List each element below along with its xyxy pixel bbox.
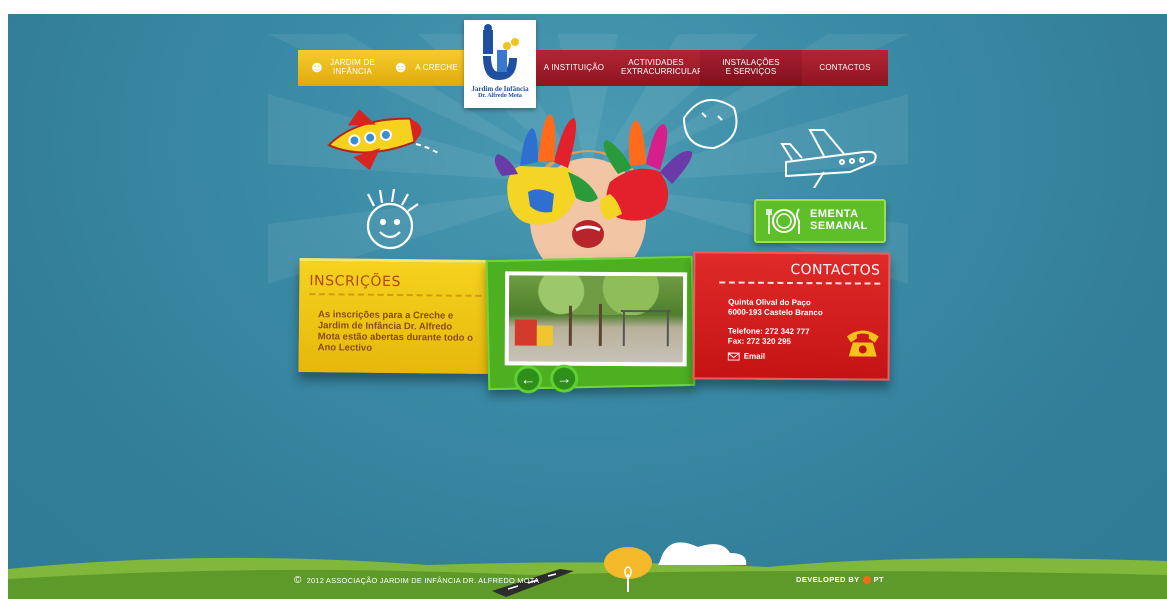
footer-developer[interactable]: DEVELOPED BY PT xyxy=(796,575,884,584)
gallery-next-button[interactable]: → xyxy=(549,364,579,393)
contactos-title: CONTACTOS xyxy=(790,261,881,279)
page-background: ☻ JARDIM DE INFÂNCIA ☻ A CRECHE Jardim d… xyxy=(8,14,1167,599)
nav-a-creche[interactable]: ☻ A CRECHE xyxy=(386,50,464,86)
address-line-1: Quinta Olival do Paço xyxy=(728,297,811,308)
contactos-panel: CONTACTOS Quinta Olival do Paço 6000-193… xyxy=(692,251,891,381)
logo-subtitle: Dr. Alfredo Mota xyxy=(478,93,522,99)
nav-label: ACTIVIDADES EXTRACURRICULARES xyxy=(621,58,715,76)
logo-title: Jardim de Infância xyxy=(471,85,529,93)
star-face-icon: ☻ xyxy=(308,59,326,77)
ementa-label-2: SEMANAL xyxy=(810,220,868,232)
divider xyxy=(719,281,881,285)
nav-label: A INSTITUIÇÃO xyxy=(543,62,605,72)
nav-instalacoes-e-servicos[interactable]: INSTALAÇÕES E SERVIÇOS xyxy=(700,50,802,86)
nav-label: JARDIM DE INFÂNCIA xyxy=(330,58,375,76)
gallery-panel: ← → xyxy=(485,255,696,394)
footer-copyright: © 2012 ASSOCIAÇÃO JARDIM DE INFÂNCIA DR.… xyxy=(294,575,539,586)
inscricoes-panel: INSCRIÇÕES As inscrições para a Creche e… xyxy=(298,257,492,375)
rocket-doodle xyxy=(327,109,440,250)
developer-name: PT xyxy=(873,575,884,584)
hills-footer-scenery xyxy=(8,542,1167,599)
copyright-text: 2012 ASSOCIAÇÃO JARDIM DE INFÂNCIA DR. A… xyxy=(306,576,540,585)
divider xyxy=(309,293,482,297)
address: Quinta Olival do Paço 6000-193 Castelo B… xyxy=(728,298,888,318)
nav-a-instituicao[interactable]: A INSTITUIÇÃO xyxy=(536,50,612,86)
nav-label: CONTACTOS xyxy=(819,62,871,72)
envelope-icon xyxy=(727,352,740,361)
gallery-prev-button[interactable]: ← xyxy=(513,365,543,394)
inscricoes-title: INSCRIÇÕES xyxy=(309,273,402,291)
logo[interactable]: Jardim de Infância Dr. Alfredo Mota xyxy=(464,20,536,108)
nav-jardim-de-infancia[interactable]: ☻ JARDIM DE INFÂNCIA xyxy=(298,50,386,86)
arrow-right-icon: → xyxy=(556,369,572,388)
nav-label: INSTALAÇÕES E SERVIÇOS xyxy=(722,58,780,76)
arrow-left-icon: ← xyxy=(520,370,536,388)
plate-cutlery-icon xyxy=(766,208,800,234)
sprout-icon xyxy=(624,566,632,592)
telephone-icon xyxy=(846,330,879,357)
logo-mark-icon xyxy=(483,24,519,80)
ementa-semanal-button[interactable]: EMENTA SEMANAL xyxy=(754,199,886,243)
star-face-icon: ☻ xyxy=(392,59,410,77)
inscricoes-text: As inscrições para a Creche e Jardim de … xyxy=(317,309,474,354)
hero-child-painted-hands xyxy=(494,114,693,262)
developed-by-label: DEVELOPED BY xyxy=(796,575,860,584)
email-label: Email xyxy=(743,352,766,362)
nav-label: A CRECHE xyxy=(415,62,458,72)
gallery-photo[interactable] xyxy=(504,271,688,367)
developer-logo-icon xyxy=(862,575,871,584)
copyright-icon: © xyxy=(294,575,302,586)
nav-contactos[interactable]: CONTACTOS xyxy=(802,50,888,86)
playground-photo xyxy=(508,275,684,363)
address-line-2: 6000-193 Castelo Branco xyxy=(727,307,823,317)
nav-actividades-extracurriculares[interactable]: ACTIVIDADES EXTRACURRICULARES xyxy=(612,50,715,86)
